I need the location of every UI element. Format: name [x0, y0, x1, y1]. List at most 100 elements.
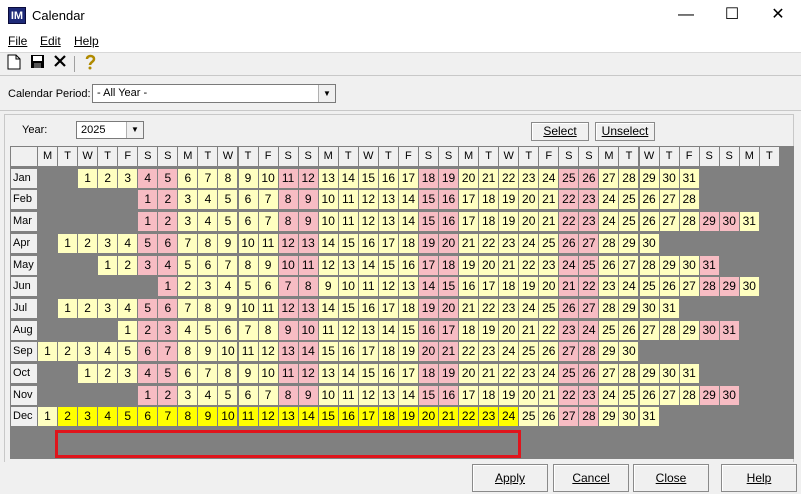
day-cell[interactable]: 11: [337, 384, 359, 406]
day-cell[interactable]: 23: [578, 211, 600, 233]
day-cell[interactable]: 20: [458, 363, 480, 384]
day-cell[interactable]: 16: [377, 167, 399, 189]
day-cell[interactable]: 17: [458, 211, 480, 233]
day-cell[interactable]: 4: [177, 319, 199, 341]
day-cell[interactable]: 12: [277, 297, 299, 319]
day-cell[interactable]: 28: [658, 319, 680, 341]
day-cell[interactable]: 8: [177, 341, 199, 363]
day-cell[interactable]: 2: [137, 319, 159, 341]
day-cell[interactable]: 27: [658, 189, 680, 211]
day-cell[interactable]: 26: [638, 189, 660, 211]
day-cell[interactable]: 3: [77, 406, 99, 428]
day-cell[interactable]: 22: [478, 297, 500, 319]
day-cell[interactable]: 29: [638, 363, 660, 384]
day-cell[interactable]: 24: [578, 319, 600, 341]
day-cell[interactable]: 11: [337, 189, 359, 211]
help-icon[interactable]: [80, 54, 100, 72]
day-cell[interactable]: 14: [357, 254, 379, 276]
day-cell[interactable]: 13: [297, 232, 319, 254]
day-cell[interactable]: 1: [157, 276, 179, 298]
day-cell[interactable]: 2: [77, 297, 99, 319]
day-cell[interactable]: 20: [478, 254, 500, 276]
day-cell[interactable]: 20: [518, 211, 540, 233]
day-cell[interactable]: 22: [478, 232, 500, 254]
day-cell[interactable]: 13: [357, 319, 379, 341]
day-cell[interactable]: 22: [458, 341, 480, 363]
day-cell[interactable]: 5: [217, 189, 239, 211]
day-cell[interactable]: 25: [518, 406, 540, 428]
day-cell[interactable]: 25: [558, 363, 580, 384]
day-cell[interactable]: 8: [217, 167, 239, 189]
day-cell[interactable]: 25: [558, 167, 580, 189]
day-cell[interactable]: 30: [678, 254, 700, 276]
day-cell[interactable]: 11: [317, 319, 339, 341]
day-cell[interactable]: 15: [337, 232, 359, 254]
day-cell[interactable]: 8: [197, 232, 219, 254]
day-cell[interactable]: 26: [538, 406, 560, 428]
day-cell[interactable]: 22: [558, 384, 580, 406]
day-cell[interactable]: 3: [97, 232, 119, 254]
day-cell[interactable]: 4: [197, 211, 219, 233]
day-cell[interactable]: 18: [397, 232, 419, 254]
day-cell[interactable]: 1: [137, 384, 159, 406]
day-cell[interactable]: 18: [438, 254, 460, 276]
day-cell[interactable]: 10: [337, 276, 359, 298]
day-cell[interactable]: 26: [658, 276, 680, 298]
day-cell[interactable]: 7: [157, 341, 179, 363]
day-cell[interactable]: 26: [558, 297, 580, 319]
day-cell[interactable]: 15: [417, 211, 439, 233]
day-cell[interactable]: 17: [397, 363, 419, 384]
day-cell[interactable]: 20: [438, 297, 460, 319]
day-cell[interactable]: 2: [157, 384, 179, 406]
day-cell[interactable]: 17: [478, 276, 500, 298]
day-cell[interactable]: 22: [498, 363, 520, 384]
day-cell[interactable]: 13: [377, 189, 399, 211]
day-cell[interactable]: 1: [117, 319, 139, 341]
day-cell[interactable]: 17: [458, 189, 480, 211]
day-cell[interactable]: 27: [598, 167, 620, 189]
day-cell[interactable]: 29: [598, 341, 620, 363]
day-cell[interactable]: 31: [738, 211, 760, 233]
day-cell[interactable]: 27: [578, 232, 600, 254]
day-cell[interactable]: 15: [417, 384, 439, 406]
day-cell[interactable]: 11: [257, 232, 279, 254]
day-cell[interactable]: 4: [197, 189, 219, 211]
day-cell[interactable]: 29: [618, 232, 640, 254]
day-cell[interactable]: 14: [317, 297, 339, 319]
day-cell[interactable]: 21: [458, 297, 480, 319]
day-cell[interactable]: 30: [658, 363, 680, 384]
day-cell[interactable]: 10: [317, 189, 339, 211]
day-cell[interactable]: 8: [277, 189, 299, 211]
day-cell[interactable]: 26: [598, 254, 620, 276]
day-cell[interactable]: 2: [177, 276, 199, 298]
day-cell[interactable]: 5: [137, 232, 159, 254]
day-cell[interactable]: 2: [117, 254, 139, 276]
day-cell[interactable]: 31: [678, 363, 700, 384]
day-cell[interactable]: 23: [598, 276, 620, 298]
day-cell[interactable]: 5: [157, 363, 179, 384]
day-cell[interactable]: 11: [237, 406, 259, 428]
day-cell[interactable]: 21: [538, 189, 560, 211]
day-cell[interactable]: 26: [578, 363, 600, 384]
day-cell[interactable]: 17: [458, 384, 480, 406]
day-cell[interactable]: 16: [357, 232, 379, 254]
day-cell[interactable]: 8: [277, 384, 299, 406]
day-cell[interactable]: 20: [417, 406, 439, 428]
day-cell[interactable]: 17: [397, 167, 419, 189]
day-cell[interactable]: 25: [538, 232, 560, 254]
day-cell[interactable]: 31: [698, 254, 720, 276]
day-cell[interactable]: 24: [498, 406, 520, 428]
day-cell[interactable]: 9: [237, 167, 259, 189]
day-cell[interactable]: 2: [157, 211, 179, 233]
day-cell[interactable]: 16: [417, 319, 439, 341]
day-cell[interactable]: 10: [257, 363, 279, 384]
day-cell[interactable]: 12: [297, 167, 319, 189]
day-cell[interactable]: 24: [598, 384, 620, 406]
day-cell[interactable]: 18: [478, 211, 500, 233]
day-cell[interactable]: 22: [558, 211, 580, 233]
day-cell[interactable]: 21: [478, 167, 500, 189]
day-cell[interactable]: 28: [578, 341, 600, 363]
day-cell[interactable]: 30: [638, 297, 660, 319]
day-cell[interactable]: 19: [498, 384, 520, 406]
day-cell[interactable]: 22: [458, 406, 480, 428]
